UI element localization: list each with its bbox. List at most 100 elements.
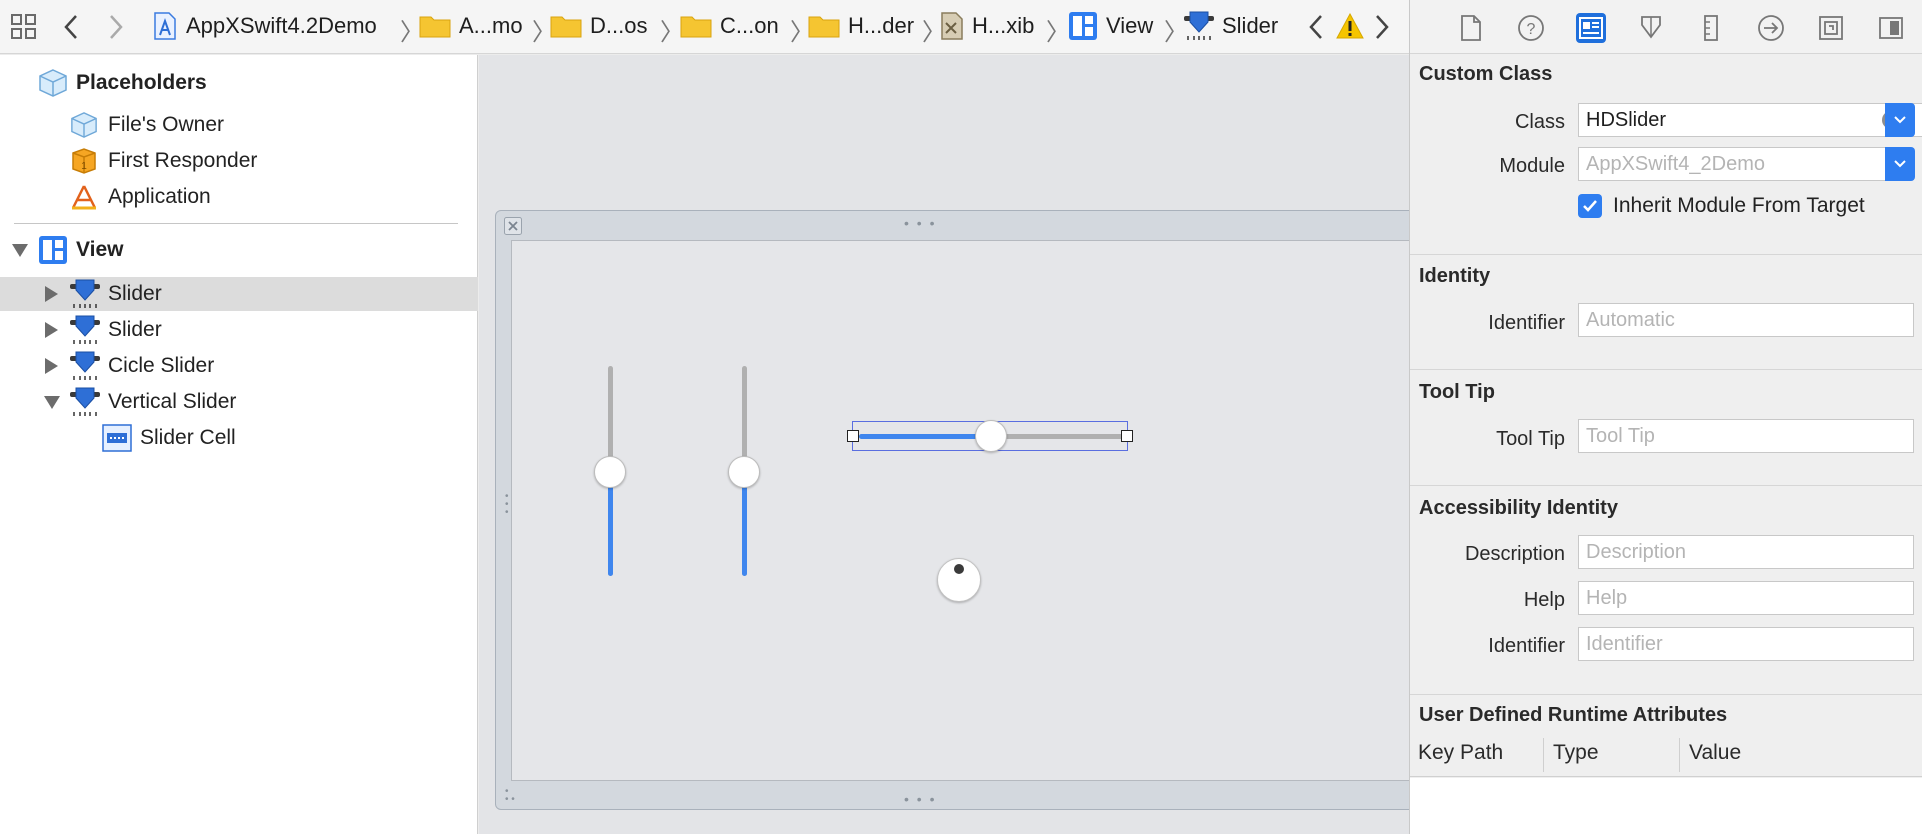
class-combo-field[interactable]: HDSlider (1578, 103, 1922, 137)
svg-text:?: ? (1527, 21, 1536, 38)
circle-slider-indicator (954, 564, 964, 574)
breadcrumb-label: Slider (1222, 13, 1279, 38)
module-combo-field[interactable]: AppXSwift4_2Demo (1578, 147, 1885, 181)
slider-knob[interactable] (975, 420, 1007, 452)
tooltip-title: Tool Tip (1419, 381, 1495, 403)
section-divider (1410, 485, 1922, 486)
slider-fill (859, 434, 991, 439)
class-value: HDSlider (1586, 109, 1667, 131)
inspector-tabs: ? (1410, 0, 1922, 54)
outline-first-responder[interactable]: 1 First Responder (0, 144, 478, 178)
slider-knob[interactable] (594, 456, 626, 488)
disclosure-closed-icon[interactable] (45, 358, 58, 374)
accessibility-identifier-field[interactable]: Identifier (1578, 627, 1914, 661)
inherit-module-checkbox[interactable] (1578, 194, 1602, 218)
warning-icon[interactable] (1336, 13, 1364, 39)
vertical-slider-1[interactable] (592, 366, 628, 578)
selection-handle-right[interactable] (1121, 430, 1133, 442)
column-key-path[interactable]: Key Path (1418, 741, 1503, 765)
slider-icon (1184, 10, 1214, 42)
help-icon[interactable]: ? (1516, 13, 1546, 43)
outline-label: Placeholders (76, 71, 207, 94)
column-value[interactable]: Value (1689, 741, 1741, 765)
breadcrumb-xib[interactable]: H...xib (940, 11, 1034, 41)
interface-canvas[interactable]: • • • • • • • • • • • • (479, 55, 1409, 834)
outline-vertical-slider[interactable]: Vertical Slider (0, 385, 478, 419)
circle-slider[interactable] (937, 558, 981, 602)
module-placeholder: AppXSwift4_2Demo (1586, 153, 1765, 175)
bindings-icon[interactable] (1816, 13, 1846, 43)
outline-slider-2[interactable]: Slider (0, 313, 478, 347)
runtime-table-body[interactable] (1410, 778, 1922, 834)
disclosure-open-icon[interactable] (44, 396, 60, 409)
outline-label: Application (108, 185, 211, 208)
outline-view[interactable]: View (0, 233, 478, 267)
breadcrumb-folder-4[interactable]: H...der (808, 11, 914, 41)
tooltip-label: Tool Tip (1496, 428, 1565, 450)
section-divider (1410, 694, 1922, 695)
breadcrumb-label: View (1106, 13, 1154, 38)
section-divider (1410, 254, 1922, 255)
class-dropdown-button[interactable] (1885, 103, 1915, 137)
outline-application[interactable]: Application (0, 180, 478, 214)
grid-icon[interactable] (10, 13, 38, 41)
breadcrumb-slider[interactable]: Slider (1184, 11, 1278, 41)
description-field[interactable]: Description (1578, 535, 1914, 569)
tooltip-field[interactable]: Tool Tip (1578, 419, 1914, 453)
forward-icon[interactable] (108, 14, 124, 40)
breadcrumb-view[interactable]: View (1068, 11, 1153, 41)
resize-handle-corner[interactable]: • • • (505, 787, 515, 805)
breadcrumb-label: AppXSwift4.2Demo (186, 13, 377, 38)
connections-icon[interactable] (1756, 13, 1786, 43)
selection-handle-left[interactable] (847, 430, 859, 442)
breadcrumb-label: H...xib (972, 13, 1035, 38)
breadcrumb-label: D...os (590, 13, 648, 38)
breadcrumb-folder-1[interactable]: A...mo (419, 11, 523, 41)
runtime-attributes-title: User Defined Runtime Attributes (1419, 704, 1728, 726)
breadcrumb-folder-2[interactable]: D...os (550, 11, 647, 41)
breadcrumb-folder-3[interactable]: C...on (680, 11, 779, 41)
resize-handle-bottom[interactable]: • • • (904, 791, 936, 807)
next-issue-icon[interactable] (1374, 14, 1390, 40)
file-icon[interactable] (1456, 13, 1486, 43)
previous-issue-icon[interactable] (1308, 14, 1324, 40)
column-divider (1679, 738, 1680, 772)
help-field[interactable]: Help (1578, 581, 1914, 615)
identifier-label: Identifier (1488, 312, 1565, 334)
slider-knob[interactable] (728, 456, 760, 488)
outline-slider-1[interactable]: Slider (0, 277, 478, 311)
view-scene[interactable] (511, 240, 1409, 781)
chevron-down-icon (1893, 115, 1907, 125)
module-dropdown-button[interactable] (1885, 147, 1915, 181)
disclosure-open-icon[interactable] (12, 244, 28, 257)
horizontal-slider-selected[interactable] (847, 420, 1133, 452)
outline-files-owner[interactable]: File's Owner (0, 108, 478, 142)
slider-cell-icon (102, 424, 132, 452)
identifier-field[interactable]: Automatic (1578, 303, 1914, 337)
outline-label: Slider Cell (140, 426, 236, 449)
outline-circle-slider[interactable]: Cicle Slider (0, 349, 478, 383)
view-icon (1068, 11, 1098, 41)
column-type[interactable]: Type (1553, 741, 1599, 765)
chevron-right-icon: 〉 (1046, 19, 1070, 46)
folder-icon (550, 14, 582, 38)
vertical-slider-2[interactable] (726, 366, 762, 578)
attributes-icon[interactable] (1636, 13, 1666, 43)
effects-icon[interactable] (1876, 13, 1906, 43)
checkmark-icon (1583, 200, 1597, 212)
size-icon[interactable] (1696, 13, 1726, 43)
disclosure-closed-icon[interactable] (45, 322, 58, 338)
outline-placeholders[interactable]: Placeholders (0, 66, 478, 100)
disclosure-closed-icon[interactable] (45, 286, 58, 302)
close-icon[interactable] (504, 217, 522, 235)
outline-label: Vertical Slider (108, 390, 237, 413)
outline-label: View (76, 238, 124, 261)
outline-slider-cell[interactable]: Slider Cell (0, 421, 478, 455)
identity-icon[interactable] (1576, 13, 1606, 43)
back-icon[interactable] (63, 14, 79, 40)
outline-label: Cicle Slider (108, 354, 215, 377)
section-divider (1410, 369, 1922, 370)
breadcrumb-project[interactable]: AppXSwift4.2Demo (152, 11, 377, 41)
resize-handle-top[interactable]: • • • (904, 215, 936, 231)
resize-handle-left[interactable]: • • • (505, 492, 509, 518)
